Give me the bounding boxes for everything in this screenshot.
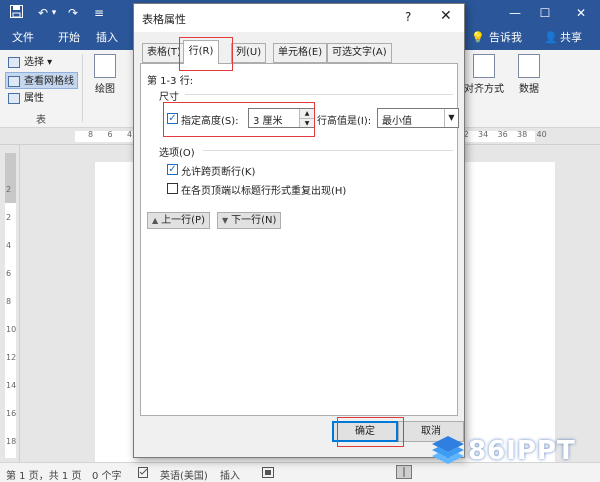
- repeat-header-checkbox[interactable]: [167, 183, 178, 194]
- ruler-number: 8: [88, 130, 94, 139]
- rows-range-label: 第 1-3 行:: [147, 76, 194, 87]
- dialog-close-button[interactable]: ✕: [440, 8, 452, 24]
- ruler-number: 18: [6, 437, 17, 446]
- ruler-number: 6: [107, 130, 113, 139]
- select-icon: [8, 57, 20, 68]
- arrow-down-icon: ▼: [222, 216, 229, 225]
- arrow-up-icon: ▲: [152, 216, 159, 225]
- group-separator: [82, 54, 83, 122]
- text-direction-button[interactable]: 对齐方式: [460, 54, 508, 95]
- allow-break-checkbox[interactable]: ✓: [167, 164, 178, 175]
- tab-cell[interactable]: 单元格(E): [273, 43, 328, 63]
- next-row-button[interactable]: ▼ 下一行(N): [217, 212, 282, 229]
- chevron-down-icon[interactable]: ▼: [444, 109, 458, 127]
- ruler-number: 16: [6, 409, 17, 418]
- insert-mode[interactable]: 插入: [220, 467, 240, 482]
- draw-button[interactable]: 绘图: [88, 54, 122, 95]
- undo-dropdown-icon[interactable]: ▾: [50, 5, 58, 21]
- row-height-is-select[interactable]: 最小值 ▼: [377, 108, 459, 128]
- share-button[interactable]: 共享: [560, 31, 582, 45]
- properties-button[interactable]: 属性: [6, 90, 44, 107]
- ruler-number: 4: [127, 130, 133, 139]
- minimize-button[interactable]: —: [500, 0, 530, 27]
- watermark-text: 86IPPT: [468, 436, 576, 466]
- ruler-number: 36: [497, 130, 508, 139]
- watermark-logo: 86IPPT: [430, 432, 600, 472]
- specify-height-label: 指定高度(S):: [181, 116, 239, 127]
- help-button[interactable]: ?: [405, 10, 411, 24]
- page-count[interactable]: 第 1 页，共 1 页: [6, 467, 81, 482]
- undo-icon[interactable]: ↶: [36, 5, 50, 21]
- repeat-header-label: 在各页顶端以标题行形式重复出现(H): [181, 186, 347, 197]
- tab-column[interactable]: 列(U): [231, 43, 267, 63]
- view-gridlines-button[interactable]: 查看网格线: [5, 72, 78, 89]
- row-tab-panel: 第 1-3 行: 尺寸 ✓ 指定高度(S): 3 厘米 ▲ ▼ 行高值是(I):…: [140, 63, 459, 416]
- ruler-number: 12: [6, 353, 17, 362]
- tell-me-icon: 💡: [471, 31, 485, 44]
- ruler-number: 38: [517, 130, 528, 139]
- ruler-number: 6: [6, 269, 12, 278]
- window-close-button[interactable]: ✕: [566, 0, 596, 27]
- spin-down-icon[interactable]: ▼: [300, 118, 314, 127]
- tab-table[interactable]: 表格(T): [142, 43, 186, 63]
- ruler-number: 10: [6, 325, 17, 334]
- text-direction-icon: [473, 54, 495, 78]
- tab-alt-text[interactable]: 可选文字(A): [327, 43, 392, 63]
- tab-file[interactable]: 文件: [12, 31, 34, 45]
- tab-home[interactable]: 开始: [58, 31, 80, 45]
- macro-icon[interactable]: [262, 467, 274, 481]
- draw-icon: [94, 54, 116, 78]
- proofing-icon[interactable]: [138, 467, 150, 481]
- customize-quick-access-icon[interactable]: ≡: [92, 5, 106, 21]
- data-button[interactable]: 数据: [512, 54, 546, 95]
- ok-button[interactable]: 确定: [332, 421, 398, 442]
- tab-row[interactable]: 行(R): [183, 40, 219, 64]
- options-group-label: 选项(O): [159, 148, 195, 159]
- dialog-title: 表格属性: [142, 13, 186, 26]
- ruler-number: 14: [6, 381, 17, 390]
- spin-up-icon[interactable]: ▲: [300, 109, 314, 118]
- allow-break-label: 允许跨页断行(K): [181, 167, 256, 178]
- tab-insert[interactable]: 插入: [96, 31, 118, 45]
- previous-row-button[interactable]: ▲ 上一行(P): [147, 212, 210, 229]
- logo-layers-icon: [432, 436, 464, 464]
- select-button[interactable]: 选择 ▾: [6, 54, 52, 71]
- specify-height-checkbox[interactable]: ✓: [167, 113, 178, 124]
- ruler-number: 40: [536, 130, 547, 139]
- ruler-number: 2: [6, 185, 12, 194]
- ruler-number: 2: [6, 213, 12, 222]
- dialog-title-bar: 表格属性 ? ✕: [134, 4, 464, 32]
- row-height-is-label: 行高值是(I):: [317, 116, 372, 127]
- language[interactable]: 英语(美国): [160, 467, 208, 482]
- data-icon: [518, 54, 540, 78]
- size-group-label: 尺寸: [159, 92, 179, 103]
- ruler-number: 4: [6, 241, 12, 250]
- maximize-button[interactable]: ☐: [530, 0, 560, 27]
- height-spinner[interactable]: ▲ ▼: [299, 109, 314, 127]
- properties-icon: [8, 93, 20, 104]
- word-count[interactable]: 0 个字: [92, 467, 122, 482]
- ruler-number: 34: [478, 130, 489, 139]
- table-group-label: 表: [36, 115, 46, 126]
- redo-icon[interactable]: ↷: [66, 5, 80, 21]
- ruler-number: 8: [6, 297, 12, 306]
- save-icon[interactable]: [8, 5, 24, 21]
- table-properties-dialog: 表格属性 ? ✕ 表格(T) 行(R) 列(U) 单元格(E) 可选文字(A) …: [133, 3, 465, 458]
- share-icon: 👤: [544, 31, 558, 44]
- gridlines-icon: [8, 76, 20, 87]
- vertical-ruler[interactable]: 22468101214161820: [0, 145, 20, 474]
- read-mode-icon[interactable]: [396, 465, 412, 482]
- tell-me-search[interactable]: 告诉我: [489, 31, 522, 45]
